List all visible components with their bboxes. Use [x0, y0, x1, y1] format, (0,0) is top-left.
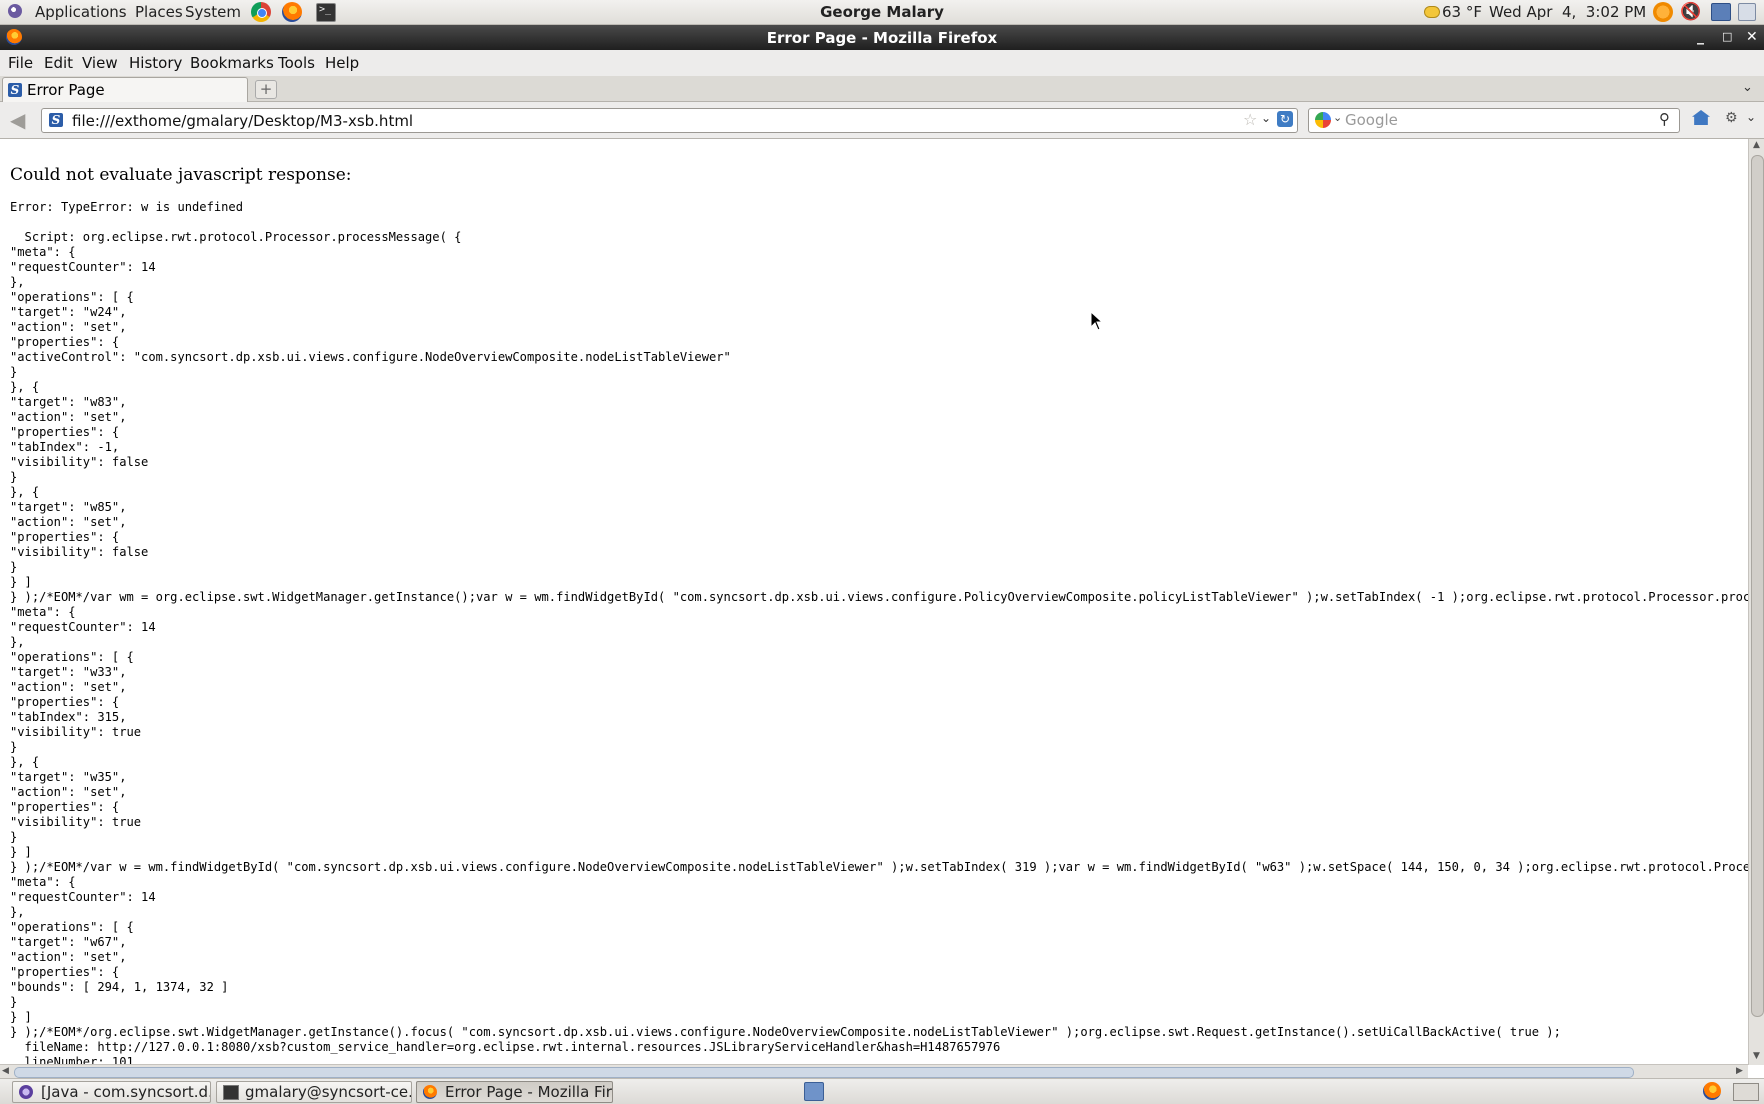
menu-bookmarks[interactable]: Bookmarks: [190, 54, 274, 72]
tab-error-page[interactable]: S Error Page: [2, 77, 248, 102]
home-icon[interactable]: [1692, 110, 1710, 125]
top-panel: Applications Places System >_ George Mal…: [0, 0, 1764, 25]
taskbar-item-terminal[interactable]: gmalary@syncsort-ce...: [216, 1081, 412, 1103]
site-icon: S: [8, 83, 22, 97]
vertical-scroll-thumb[interactable]: [1751, 155, 1764, 1017]
workspace-switcher[interactable]: [1733, 1083, 1759, 1101]
taskbar-item-label: gmalary@syncsort-ce...: [245, 1083, 412, 1101]
navigation-toolbar: ◀ S file:///exthome/gmalary/Desktop/M3-x…: [0, 102, 1764, 139]
error-details: Error: TypeError: w is undefined Script:…: [10, 200, 1748, 1065]
page-content[interactable]: Could not evaluate javascript response: …: [0, 139, 1748, 1065]
mouse-cursor-icon: [1090, 311, 1104, 331]
menu-edit[interactable]: Edit: [44, 54, 73, 72]
volume-icon[interactable]: 🔇: [1680, 2, 1701, 22]
tab-list-chevron-icon[interactable]: ⌄: [1742, 80, 1753, 95]
tab-strip: S Error Page + ⌄: [0, 76, 1764, 102]
taskbar-item-eclipse[interactable]: [Java - com.syncsort.d...: [12, 1081, 211, 1103]
update-icon[interactable]: [1653, 2, 1673, 22]
reload-icon[interactable]: ↻: [1277, 111, 1293, 127]
url-bar[interactable]: S file:///exthome/gmalary/Desktop/M3-xsb…: [41, 108, 1298, 133]
firefox-icon[interactable]: [1703, 1082, 1721, 1100]
maximize-button[interactable]: □: [1722, 28, 1732, 46]
scroll-up-arrow-icon[interactable]: ▲: [1753, 140, 1760, 150]
toolbar-overflow-chevron-icon[interactable]: ⌄: [1746, 110, 1756, 124]
vertical-scrollbar[interactable]: ▲ ▼: [1748, 139, 1764, 1065]
search-bar[interactable]: ⌄ ⚲: [1308, 108, 1680, 133]
url-text[interactable]: file:///exthome/gmalary/Desktop/M3-xsb.h…: [72, 112, 413, 130]
firefox-icon: [423, 1085, 437, 1099]
network-icon[interactable]: [1711, 3, 1731, 21]
close-button[interactable]: ✕: [1746, 28, 1758, 46]
menu-history[interactable]: History: [129, 54, 182, 72]
back-arrow-icon[interactable]: ◀: [10, 108, 25, 132]
eclipse-icon: [19, 1085, 33, 1099]
history-dropdown-icon[interactable]: ⌄: [1261, 111, 1271, 125]
window-title: Error Page - Mozilla Firefox: [766, 29, 998, 47]
bookmark-star-icon[interactable]: ☆: [1243, 110, 1257, 129]
menu-help[interactable]: Help: [325, 54, 359, 72]
search-engine-icon[interactable]: [1315, 112, 1331, 128]
search-engine-dropdown-icon[interactable]: ⌄: [1333, 111, 1342, 124]
new-tab-button[interactable]: +: [255, 80, 277, 99]
scroll-right-arrow-icon[interactable]: ▶: [1736, 1066, 1743, 1076]
scroll-down-arrow-icon[interactable]: ▼: [1753, 1051, 1760, 1061]
window-titlebar[interactable]: Error Page - Mozilla Firefox _ □ ✕: [0, 25, 1764, 50]
bottom-taskbar: [Java - com.syncsort.d... gmalary@syncso…: [0, 1078, 1764, 1104]
horizontal-scroll-thumb[interactable]: [14, 1067, 1634, 1078]
show-desktop-icon[interactable]: [804, 1082, 824, 1101]
menu-file[interactable]: File: [8, 54, 33, 72]
taskbar-item-firefox[interactable]: Error Page - Mozilla Fir...: [416, 1081, 613, 1103]
minimize-button[interactable]: _: [1697, 28, 1704, 46]
menu-view[interactable]: View: [82, 54, 118, 72]
search-go-icon[interactable]: ⚲: [1659, 110, 1670, 128]
terminal-icon: [223, 1085, 239, 1100]
page-title: Could not evaluate javascript response:: [10, 165, 352, 185]
clock[interactable]: Wed Apr 4, 3:02 PM: [1489, 2, 1646, 22]
scroll-left-arrow-icon[interactable]: ◀: [2, 1066, 9, 1076]
taskbar-item-label: Error Page - Mozilla Fir...: [445, 1083, 613, 1101]
weather-temp[interactable]: 63 °F: [1442, 2, 1482, 22]
menubar: File Edit View History Bookmarks Tools H…: [0, 50, 1764, 76]
weather-icon[interactable]: [1424, 6, 1440, 18]
addon-icon[interactable]: ⚙: [1725, 110, 1738, 126]
search-input[interactable]: [1345, 111, 1635, 129]
horizontal-scrollbar[interactable]: ◀ ▶: [0, 1064, 1748, 1079]
site-identity-icon[interactable]: S: [49, 113, 63, 127]
tab-label: Error Page: [27, 81, 105, 99]
taskbar-item-label: [Java - com.syncsort.d...: [41, 1083, 211, 1101]
menu-tools[interactable]: Tools: [278, 54, 315, 72]
workspace-icon[interactable]: [1738, 3, 1756, 21]
